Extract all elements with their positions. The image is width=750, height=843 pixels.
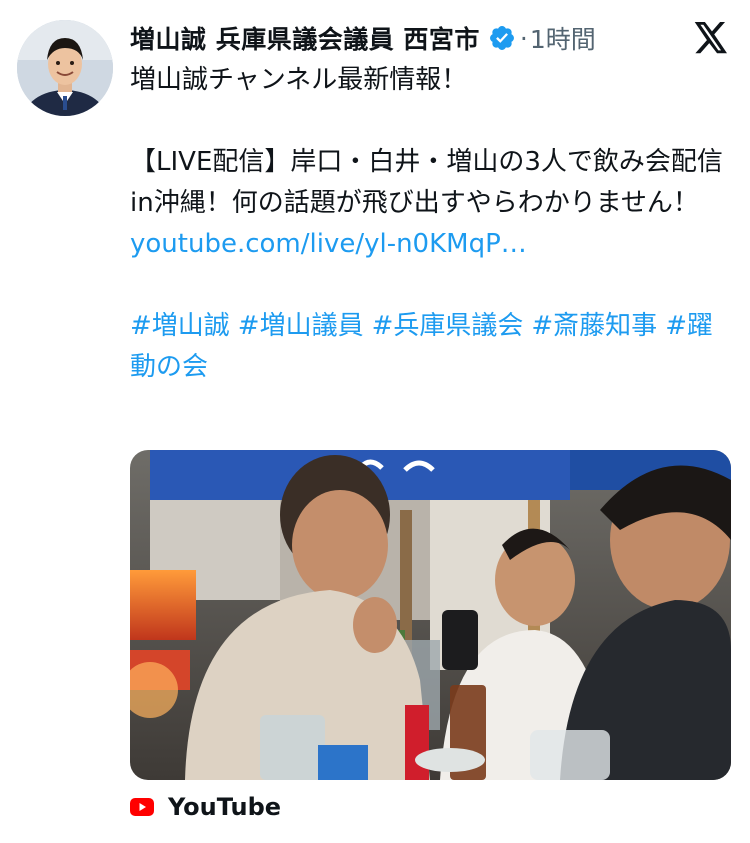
tweet-paragraph-2: 【LIVE配信】岸口・白井・増山の3人で飲み会配信in沖縄！何の話題が飛び出すや… xyxy=(130,147,723,218)
tweet-text: 増山誠チャンネル最新情報！ 【LIVE配信】岸口・白井・増山の3人で飲み会配信i… xyxy=(130,60,730,388)
header-separator: · xyxy=(519,23,528,53)
avatar-image xyxy=(17,20,113,116)
hashtag[interactable]: #増山議員 xyxy=(238,311,364,341)
tweet-link[interactable]: youtube.com/live/yl-n0KMqP… xyxy=(130,229,527,259)
timestamp[interactable]: 1時間 xyxy=(530,20,596,56)
video-thumbnail[interactable] xyxy=(130,450,731,780)
youtube-icon xyxy=(130,798,154,816)
card-source-label: YouTube xyxy=(168,793,282,821)
thumbnail-image xyxy=(130,450,731,780)
verified-badge-icon xyxy=(489,26,514,50)
tweet[interactable]: 増山誠 兵庫県議会議員 西宮市 · 1時間 増山誠チャンネル最新情報！ 【LIV… xyxy=(0,0,750,843)
x-logo-icon[interactable] xyxy=(693,22,729,54)
hashtag[interactable]: #増山誠 xyxy=(130,311,230,341)
hashtag[interactable]: #兵庫県議会 xyxy=(372,311,524,341)
hashtag-list: #増山誠 #増山議員 #兵庫県議会 #斎藤知事 #躍動の会 xyxy=(130,306,730,388)
display-name[interactable]: 増山誠 兵庫県議会議員 西宮市 xyxy=(130,20,480,56)
tweet-header: 増山誠 兵庫県議会議員 西宮市 · 1時間 xyxy=(130,18,596,58)
card-source[interactable]: YouTube xyxy=(130,790,281,824)
avatar[interactable] xyxy=(17,20,113,116)
hashtag[interactable]: #斎藤知事 xyxy=(531,311,657,341)
tweet-line-1: 増山誠チャンネル最新情報！ xyxy=(130,65,468,95)
